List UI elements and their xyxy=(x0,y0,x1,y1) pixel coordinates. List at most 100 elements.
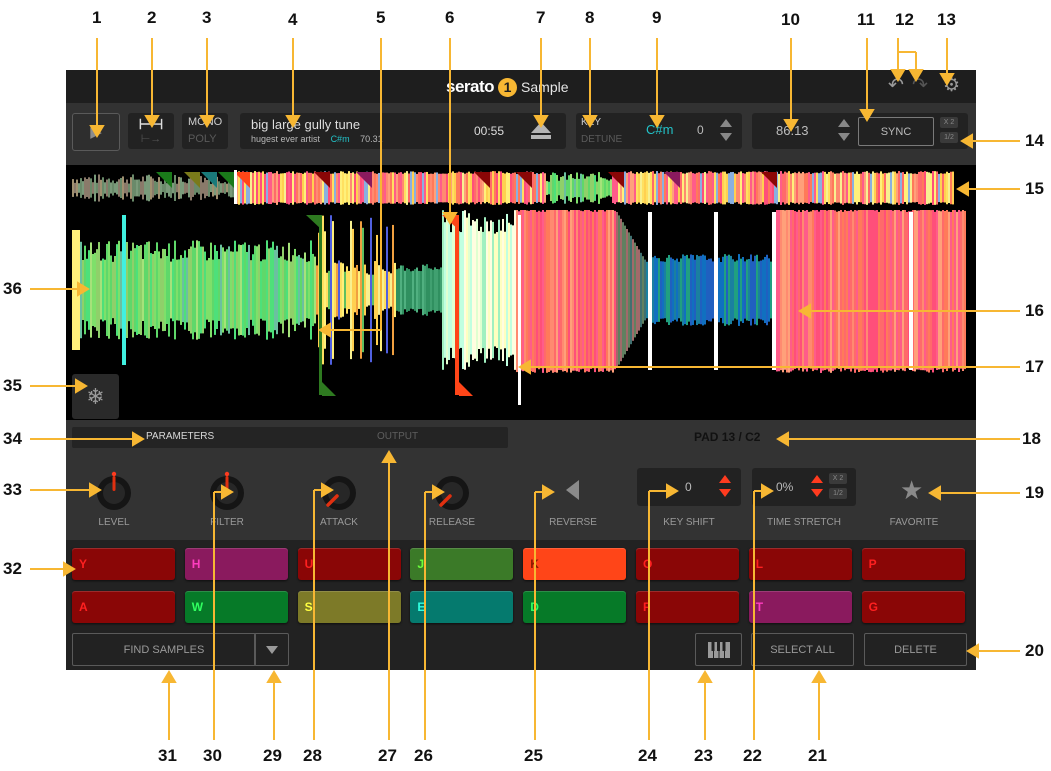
tab-output[interactable]: OUTPUT xyxy=(377,431,418,442)
level-knob[interactable] xyxy=(94,471,134,511)
time-stretch-stepper[interactable] xyxy=(811,474,823,500)
detune-mode-option[interactable]: DETUNE xyxy=(581,134,622,145)
overview-bar xyxy=(398,172,400,204)
trigger-mode-icon[interactable]: ⊢⊣ xyxy=(139,117,163,131)
select-all-button[interactable]: SELECT ALL xyxy=(751,633,854,666)
sample-pad[interactable]: K xyxy=(523,548,627,580)
bpm-double-button[interactable]: X 2 xyxy=(940,117,958,128)
sample-pad[interactable]: L xyxy=(748,548,852,580)
waveform-bar xyxy=(180,255,182,325)
waveform-bar xyxy=(724,254,726,326)
attack-knob[interactable] xyxy=(319,471,359,511)
overview-bar xyxy=(628,172,630,204)
keyboard-mode-button[interactable] xyxy=(695,633,742,666)
waveform-bar xyxy=(84,245,86,335)
key-offset-stepper[interactable] xyxy=(720,118,732,144)
overview-bar xyxy=(584,178,586,198)
sample-pad[interactable]: T xyxy=(748,591,852,623)
overview-bar xyxy=(504,173,506,203)
arrow-down-icon[interactable] xyxy=(838,133,850,141)
delete-button[interactable]: DELETE xyxy=(864,633,967,666)
arrow-up-icon[interactable] xyxy=(838,119,850,127)
sample-pad[interactable]: O xyxy=(636,548,739,580)
play-button[interactable]: ▶ xyxy=(72,113,120,151)
waveform-bar xyxy=(232,251,234,329)
eject-icon[interactable] xyxy=(530,121,552,141)
arrow-down-icon[interactable] xyxy=(720,133,732,141)
freeze-button[interactable]: ❄ xyxy=(72,374,119,419)
bpm-half-button[interactable]: 1/2 xyxy=(940,132,958,143)
waveform-bar xyxy=(868,210,870,372)
arrow-up-icon[interactable] xyxy=(719,475,731,483)
sample-pad[interactable]: D xyxy=(523,591,627,623)
waveform-display[interactable] xyxy=(66,210,976,420)
stretch-double-button[interactable]: X 2 xyxy=(829,473,847,484)
filter-knob[interactable] xyxy=(207,471,247,511)
arrow-down-icon[interactable] xyxy=(719,489,731,497)
sample-pad[interactable]: Y xyxy=(72,548,175,580)
overview-bar xyxy=(462,172,464,204)
undo-icon[interactable]: ↶ xyxy=(888,76,904,96)
key-shift-stepper[interactable] xyxy=(719,474,731,500)
piano-keyboard-icon xyxy=(707,641,730,658)
bpm-value[interactable]: 86.13 xyxy=(776,123,809,138)
tab-parameters[interactable]: PARAMETERS xyxy=(146,431,214,442)
sample-pad[interactable]: P xyxy=(861,548,965,580)
arrow-up-icon[interactable] xyxy=(720,119,732,127)
overview-bar xyxy=(662,172,664,204)
sample-pad[interactable]: F xyxy=(636,591,739,623)
main-waveform[interactable]: ❄ xyxy=(66,210,976,420)
time-stretch-value[interactable]: 0% xyxy=(776,480,793,494)
sample-pad[interactable]: J xyxy=(410,548,514,580)
mono-poly-toggle[interactable]: MONO POLY xyxy=(182,113,228,149)
overview-bar xyxy=(282,173,284,203)
overview-waveform[interactable] xyxy=(66,165,976,210)
arrow-up-icon[interactable] xyxy=(811,475,823,483)
bpm-stepper[interactable] xyxy=(838,118,850,144)
sample-pad[interactable]: U xyxy=(297,548,401,580)
find-samples-dropdown[interactable] xyxy=(254,633,289,666)
sample-pad[interactable]: A xyxy=(72,591,175,623)
sample-pad[interactable]: W xyxy=(184,591,288,623)
waveform-bar xyxy=(354,267,356,313)
favorite-star-icon[interactable]: ★ xyxy=(900,475,923,506)
key-shift-value[interactable]: 0 xyxy=(685,480,692,494)
waveform-bar xyxy=(368,274,370,306)
playback-mode-toggle[interactable]: ⊢⊣ ⊢→ xyxy=(128,113,174,149)
playhead[interactable] xyxy=(518,215,521,405)
waveform-bar xyxy=(404,270,406,310)
waveform-bar xyxy=(302,258,304,322)
waveform-bar xyxy=(142,259,144,321)
waveform-bar xyxy=(336,263,338,317)
overview-bar xyxy=(870,173,872,203)
waveform-bar xyxy=(744,261,746,319)
overview-playhead[interactable] xyxy=(234,170,237,204)
hold-mode-icon[interactable]: ⊢→ xyxy=(141,134,162,145)
overview-bar xyxy=(546,181,548,195)
overview-bar xyxy=(918,171,920,205)
waveform-bar xyxy=(462,210,464,370)
redo-icon[interactable]: ↷ xyxy=(912,76,928,96)
waveform-bar xyxy=(308,261,310,319)
reverse-button[interactable] xyxy=(563,478,583,502)
overview-bar xyxy=(478,173,480,203)
find-samples-button[interactable]: FIND SAMPLES xyxy=(72,633,256,666)
waveform-bar xyxy=(902,210,904,371)
poly-option[interactable]: POLY xyxy=(188,133,217,145)
mono-option[interactable]: MONO xyxy=(188,116,222,128)
sample-pad[interactable]: E xyxy=(410,591,514,623)
sync-button[interactable]: SYNC xyxy=(858,117,934,146)
track-overview[interactable] xyxy=(66,165,976,210)
overview-bar xyxy=(304,172,306,204)
arrow-down-icon[interactable] xyxy=(811,489,823,497)
waveform-bar xyxy=(448,220,450,360)
release-knob[interactable] xyxy=(432,471,472,511)
stretch-half-button[interactable]: 1/2 xyxy=(829,488,847,499)
waveform-bar xyxy=(428,268,430,312)
sample-pad[interactable]: S xyxy=(297,591,401,623)
gear-icon[interactable]: ⚙ xyxy=(943,76,960,96)
sample-pad[interactable]: G xyxy=(861,591,965,623)
overview-bar xyxy=(892,171,894,205)
key-mode-option[interactable]: KEY xyxy=(581,117,601,128)
sample-pad[interactable]: H xyxy=(184,548,288,580)
